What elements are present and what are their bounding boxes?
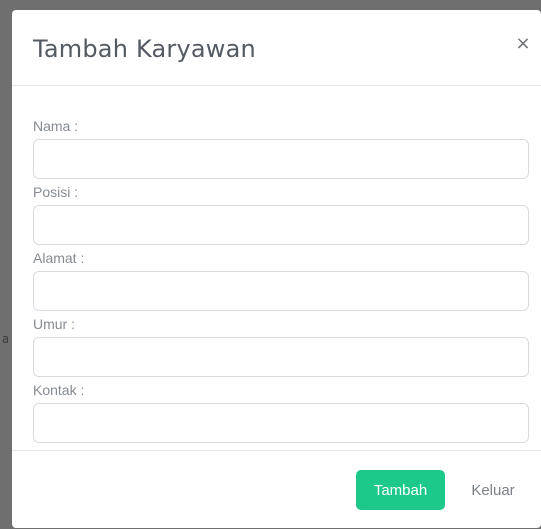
tambah-button[interactable]: Tambah [356,470,445,510]
background-text: a [2,332,8,346]
alamat-label: Alamat : [33,250,85,266]
nama-label: Nama : [33,118,79,134]
posisi-input[interactable] [33,205,529,245]
posisi-label: Posisi : [33,184,79,200]
keluar-button[interactable]: Keluar [461,470,525,510]
add-employee-modal: Tambah Karyawan × Nama : Posisi : Alamat… [12,10,541,528]
modal-footer: Tambah Keluar [12,450,541,528]
modal-body: Nama : Posisi : Alamat : Umur : Kontak : [12,86,541,450]
umur-input[interactable] [33,337,529,377]
modal-title: Tambah Karyawan [33,35,256,63]
alamat-input[interactable] [33,271,529,311]
close-button[interactable]: × [513,34,533,54]
close-icon: × [515,33,531,54]
kontak-input[interactable] [33,403,529,443]
nama-input[interactable] [33,139,529,179]
kontak-label: Kontak : [33,382,85,398]
umur-label: Umur : [33,316,75,332]
modal-header: Tambah Karyawan × [12,10,541,86]
